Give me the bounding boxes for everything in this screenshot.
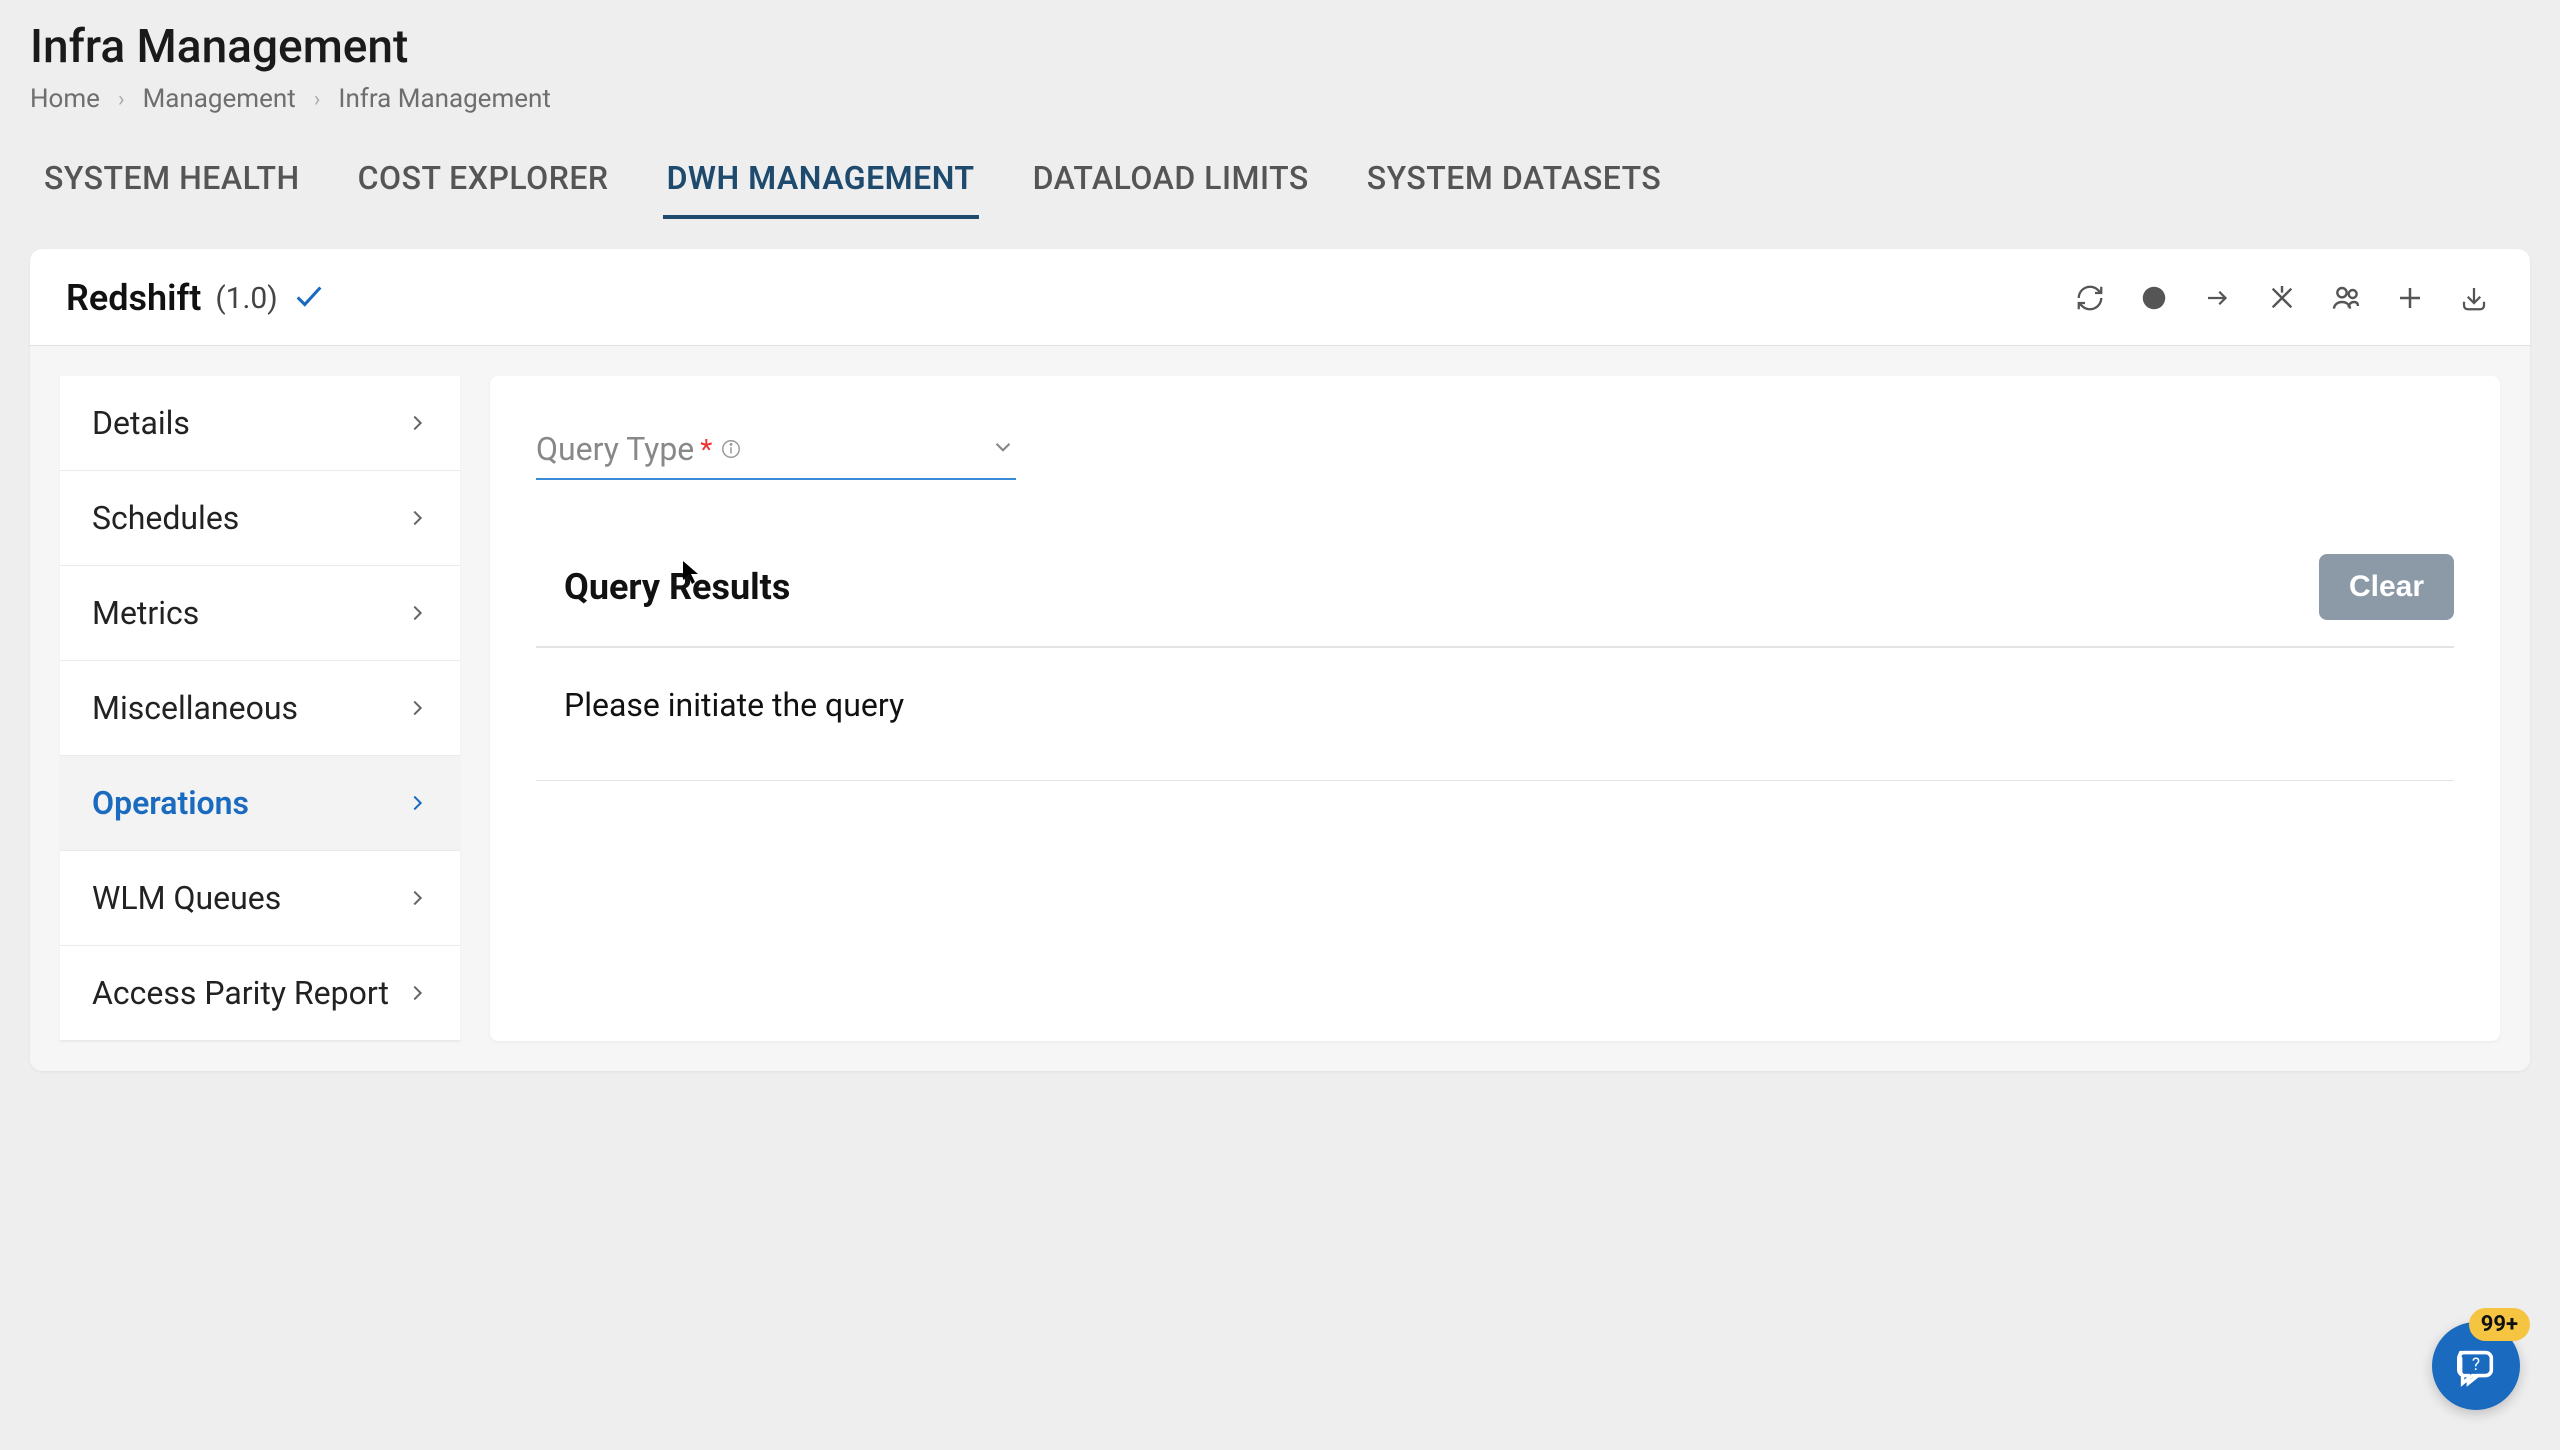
plus-icon[interactable] (2390, 278, 2430, 318)
breadcrumb-home[interactable]: Home (30, 84, 100, 114)
sidebar-item-label: Details (92, 404, 190, 442)
chevron-right-icon (406, 879, 428, 917)
tab-dwh-management[interactable]: DWH MANAGEMENT (663, 149, 979, 219)
results-empty-message: Please initiate the query (536, 648, 2454, 781)
chevron-right-icon: › (314, 87, 321, 112)
users-icon[interactable] (2326, 278, 2366, 318)
tab-cost-explorer[interactable]: COST EXPLORER (354, 149, 613, 219)
query-type-select[interactable]: Query Type * (536, 426, 1016, 480)
breadcrumb: Home › Management › Infra Management (30, 84, 2530, 114)
info-icon[interactable] (720, 438, 742, 460)
chevron-right-icon (406, 499, 428, 537)
sidebar-item-label: Schedules (92, 499, 239, 537)
sidebar-item-details[interactable]: Details (60, 376, 460, 471)
card-title: Redshift (66, 277, 201, 319)
chevron-down-icon (990, 434, 1016, 464)
query-type-label: Query Type (536, 430, 694, 468)
breadcrumb-management[interactable]: Management (143, 84, 296, 114)
download-icon[interactable] (2454, 278, 2494, 318)
card-header: Redshift (1.0) (30, 249, 2530, 346)
card-body: Details Schedules Metrics Miscellaneous … (30, 346, 2530, 1071)
tools-icon[interactable] (2262, 278, 2302, 318)
required-marker: * (700, 433, 712, 466)
sidebar-item-label: Metrics (92, 594, 199, 632)
tab-bar: SYSTEM HEALTH COST EXPLORER DWH MANAGEME… (30, 149, 2530, 219)
tab-system-datasets[interactable]: SYSTEM DATASETS (1363, 149, 1666, 219)
sidebar-item-label: Operations (92, 784, 249, 822)
card-actions (2070, 278, 2494, 318)
sidebar-item-label: WLM Queues (92, 879, 281, 917)
check-icon (292, 279, 326, 317)
results-header: Query Results Clear (536, 554, 2454, 648)
tab-system-health[interactable]: SYSTEM HEALTH (40, 149, 304, 219)
sidebar-item-miscellaneous[interactable]: Miscellaneous (60, 661, 460, 756)
status-dot-icon[interactable] (2134, 278, 2174, 318)
chevron-right-icon: › (118, 87, 125, 112)
sidebar-item-wlm-queues[interactable]: WLM Queues (60, 851, 460, 946)
chevron-right-icon (406, 784, 428, 822)
breadcrumb-infra-management[interactable]: Infra Management (338, 84, 551, 114)
clear-button[interactable]: Clear (2319, 554, 2454, 620)
chat-badge: 99+ (2469, 1308, 2530, 1341)
svg-text:?: ? (2472, 1355, 2480, 1375)
sidebar-item-access-parity-report[interactable]: Access Parity Report (60, 946, 460, 1041)
sidebar-item-operations[interactable]: Operations (60, 756, 460, 851)
chat-fab[interactable]: ? 99+ (2432, 1322, 2520, 1410)
chevron-right-icon (406, 594, 428, 632)
sidebar-item-metrics[interactable]: Metrics (60, 566, 460, 661)
page-title: Infra Management (30, 20, 2530, 74)
sidebar-item-label: Miscellaneous (92, 689, 298, 727)
refresh-icon[interactable] (2070, 278, 2110, 318)
tab-dataload-limits[interactable]: DATALOAD LIMITS (1029, 149, 1313, 219)
card-version: (1.0) (215, 281, 277, 316)
chevron-right-icon (406, 404, 428, 442)
chevron-right-icon (406, 974, 428, 1012)
sidebar: Details Schedules Metrics Miscellaneous … (60, 376, 460, 1041)
chevron-right-icon (406, 689, 428, 727)
arrow-right-icon[interactable] (2198, 278, 2238, 318)
sidebar-item-schedules[interactable]: Schedules (60, 471, 460, 566)
main-panel: Query Type * Query Results Clear Please … (490, 376, 2500, 1041)
sidebar-item-label: Access Parity Report (92, 974, 389, 1012)
results-title: Query Results (536, 566, 790, 608)
main-card: Redshift (1.0) (30, 249, 2530, 1071)
